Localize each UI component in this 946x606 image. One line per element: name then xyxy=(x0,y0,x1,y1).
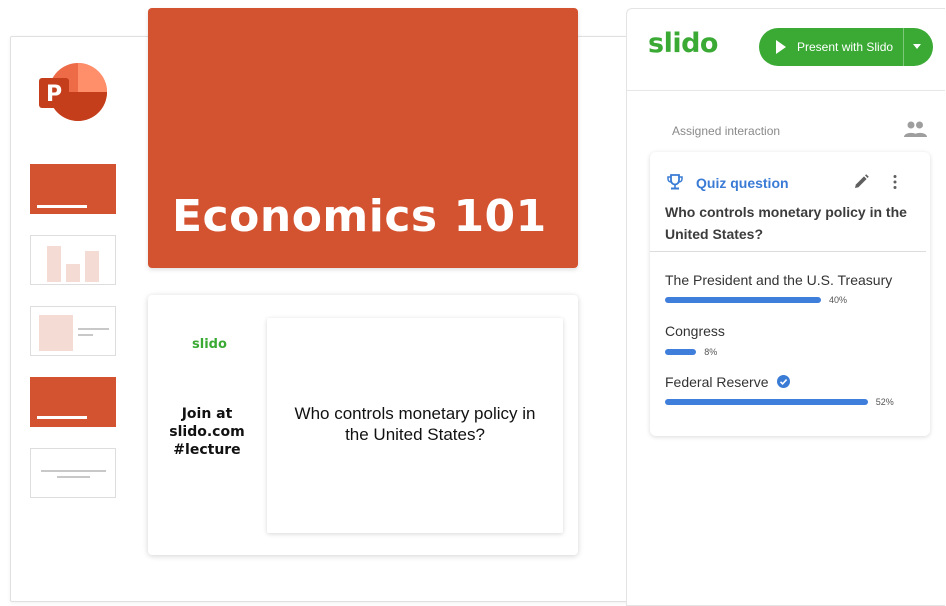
option-label-text: Federal Reserve xyxy=(665,374,769,390)
join-line: #lecture xyxy=(173,442,241,458)
slide-thumbnail-4[interactable] xyxy=(30,377,116,427)
slide-thumbnail-1[interactable] xyxy=(30,164,116,214)
slide-thumbnail-3[interactable] xyxy=(30,306,116,356)
chevron-down-icon[interactable] xyxy=(913,44,921,49)
option-bar xyxy=(665,297,821,303)
option-bar xyxy=(665,399,868,405)
option-percent: 40% xyxy=(829,295,848,305)
pencil-icon[interactable] xyxy=(853,174,869,190)
option-percent: 52% xyxy=(875,397,894,407)
slide-question-card: Who controls monetary policy in the Unit… xyxy=(267,318,563,533)
slide-question-text: Who controls monetary policy in the Unit… xyxy=(294,404,536,444)
option-percent: 8% xyxy=(704,347,718,357)
check-circle-icon xyxy=(777,375,791,388)
option-bar xyxy=(665,349,697,355)
slide-title: Economics 101 xyxy=(172,191,547,242)
powerpoint-icon: P xyxy=(39,63,107,121)
slide-thumbnail-5[interactable] xyxy=(30,448,116,498)
people-icon[interactable] xyxy=(903,120,927,138)
option-label: Congress xyxy=(665,323,725,339)
play-icon xyxy=(776,40,786,54)
join-line: Join at xyxy=(181,406,233,422)
option-label-correct: Federal Reserve xyxy=(665,374,791,390)
join-line: slido.com xyxy=(169,424,245,440)
present-with-slido-button[interactable]: Present with Slido xyxy=(759,28,933,66)
svg-text:P: P xyxy=(46,82,62,107)
slido-slide-logo: slido xyxy=(192,337,227,352)
join-instructions: Join at slido.com #lecture xyxy=(162,405,252,459)
quiz-question-label: Quiz question xyxy=(696,175,789,191)
slide-thumbnail-2[interactable] xyxy=(30,235,116,285)
assigned-interaction-label: Assigned interaction xyxy=(672,124,781,138)
more-vert-icon[interactable] xyxy=(890,174,900,190)
slido-logo: slido xyxy=(648,28,718,59)
card-question-text: Who controls monetary policy in the Unit… xyxy=(665,204,907,242)
trophy-icon xyxy=(667,174,683,190)
button-divider xyxy=(903,28,904,66)
title-slide[interactable]: Economics 101 xyxy=(148,8,578,268)
card-divider xyxy=(650,251,926,252)
panel-divider xyxy=(627,90,945,91)
quiz-card[interactable] xyxy=(650,152,930,436)
present-button-label: Present with Slido xyxy=(797,40,894,54)
option-label: The President and the U.S. Treasury xyxy=(665,272,893,288)
